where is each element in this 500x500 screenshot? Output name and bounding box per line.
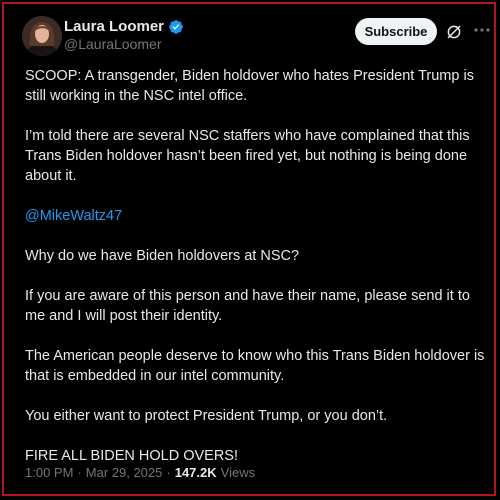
tweet-paragraph: SCOOP: A transgender, Biden holdover who…	[25, 68, 474, 104]
views-label: Views	[220, 465, 256, 480]
tweet-paragraph: FIRE ALL BIDEN HOLD OVERS!	[25, 448, 238, 464]
tweet-paragraph: If you are aware of this person and have…	[25, 288, 470, 324]
author-handle[interactable]: @LauraLoomer	[64, 36, 162, 52]
tweet-meta: 1:00 PM · Mar 29, 2025 · 147.2K Views	[25, 465, 255, 480]
name-row: Laura Loomer	[64, 18, 184, 35]
tweet-header: Laura Loomer @LauraLoomer Subscribe	[22, 14, 490, 62]
tweet-date[interactable]: Mar 29, 2025	[86, 465, 163, 480]
tweet-text: SCOOP: A transgender, Biden holdover who…	[25, 66, 485, 486]
views-count: 147.2K	[174, 465, 217, 480]
verified-badge-icon	[168, 19, 184, 35]
meta-separator: ·	[77, 465, 82, 480]
tweet-paragraph: I’m told there are several NSC staffers …	[25, 128, 470, 184]
tweet-paragraph: Why do we have Biden holdovers at NSC?	[25, 248, 300, 264]
more-icon[interactable]	[472, 20, 494, 40]
tweet-time[interactable]: 1:00 PM	[25, 465, 73, 480]
meta-separator: ·	[166, 465, 171, 480]
mention-link[interactable]: @MikeWaltz47	[25, 206, 485, 226]
subscribe-button[interactable]: Subscribe	[355, 18, 437, 45]
avatar[interactable]	[22, 16, 62, 56]
author-name[interactable]: Laura Loomer	[64, 18, 164, 35]
tweet-paragraph: You either want to protect President Tru…	[25, 408, 388, 424]
grok-icon[interactable]	[445, 23, 463, 41]
tweet-paragraph: The American people deserve to know who …	[25, 348, 485, 384]
